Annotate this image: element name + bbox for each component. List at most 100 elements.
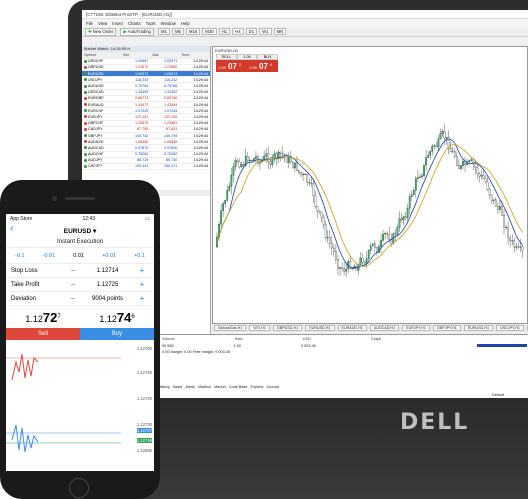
param-label: Take Profit xyxy=(11,281,40,288)
minus-icon[interactable]: − xyxy=(66,280,80,289)
terminal-tab[interactable]: Alerts xyxy=(185,385,195,389)
candle-body xyxy=(255,156,257,159)
terminal-tab[interactable]: Experts xyxy=(251,385,264,389)
candle-body xyxy=(505,226,507,228)
candle-body xyxy=(417,177,419,179)
chart-tab[interactable]: EURUSD,H1 xyxy=(463,325,494,331)
buy-button[interactable]: Buy xyxy=(80,328,154,340)
chart-tab[interactable]: USDJPY,H1 xyxy=(496,325,524,331)
chart-tab[interactable]: GBPJPY,H1 xyxy=(432,325,461,331)
terminal-tab[interactable]: Code Base xyxy=(229,385,248,389)
candle-body xyxy=(292,161,294,169)
price-level: 1.12727 xyxy=(136,428,152,433)
home-button[interactable] xyxy=(69,478,89,498)
menu-item-file[interactable]: File xyxy=(86,21,93,26)
timeframe-h1[interactable]: H1 xyxy=(218,28,231,35)
table-row[interactable]: CHFJPY 109.441 109.471 14:29:44 xyxy=(82,163,210,171)
price-chart[interactable]: EURUSD,H1 SELL 1.00 BUY 1.09 07 2 1.09 0… xyxy=(212,46,528,324)
volume-step[interactable]: +0.1 xyxy=(134,253,145,259)
candle-body xyxy=(435,145,438,148)
candle-body xyxy=(337,259,339,269)
chart-tab[interactable]: WTI,H1 xyxy=(249,325,270,331)
candle-body xyxy=(240,164,243,168)
candle-body xyxy=(359,257,362,265)
candle-body xyxy=(439,133,442,140)
candle-body xyxy=(445,136,448,139)
param-value[interactable]: 1.12725 xyxy=(80,282,135,288)
menu-item-insert[interactable]: Insert xyxy=(112,21,123,26)
candle-body xyxy=(363,261,366,264)
timeframe-m1[interactable]: M1 xyxy=(157,28,170,35)
timeframe-m15[interactable]: M15 xyxy=(185,28,201,35)
menu-item-charts[interactable]: Charts xyxy=(128,21,141,26)
phone-screen: App Store 12:43 ▭ ‹ EURUSD ▾ Instant Exe… xyxy=(6,214,154,471)
plus-icon[interactable]: + xyxy=(135,266,149,275)
menu-item-help[interactable]: Help xyxy=(181,21,190,26)
price-level: 1.12700 xyxy=(136,422,152,427)
tick-lines xyxy=(6,353,121,453)
param-value[interactable]: 9004 points xyxy=(80,296,135,302)
candle-body xyxy=(285,155,288,163)
terminal-tab[interactable]: News xyxy=(173,385,183,389)
autotrading-button[interactable]: ▶ AutoTrading xyxy=(120,27,154,36)
plus-icon[interactable]: + xyxy=(135,280,149,289)
volume-step[interactable]: +0.01 xyxy=(102,253,116,259)
menu-item-view[interactable]: View xyxy=(98,21,107,26)
candle-body xyxy=(251,160,253,161)
candle-body xyxy=(515,246,518,248)
candle-body xyxy=(513,240,516,248)
candle-body xyxy=(441,130,444,134)
plus-icon[interactable]: + xyxy=(135,294,149,303)
candle-body xyxy=(312,183,315,197)
minus-icon[interactable]: − xyxy=(66,266,80,275)
new-order-button[interactable]: ✚ New Order xyxy=(85,27,117,36)
candle-body xyxy=(474,163,477,168)
timeframe-mn[interactable]: MN xyxy=(273,28,287,35)
candle-body xyxy=(449,148,452,153)
candle-body xyxy=(306,174,309,183)
chart-tab[interactable]: EURUSD,H1 xyxy=(305,325,335,331)
chart-tab[interactable]: GBPUSD,H1 xyxy=(272,325,303,331)
symbol-selector[interactable]: EURUSD ▾ xyxy=(64,227,97,235)
menu-item-tools[interactable]: Tools xyxy=(146,21,156,26)
volume-step[interactable]: 0.01 xyxy=(73,253,84,259)
timeframe-d1[interactable]: D1 xyxy=(245,28,258,35)
back-chevron-icon[interactable]: ‹ xyxy=(10,223,13,234)
candle-body xyxy=(468,160,470,163)
terminal-column-header: Rate xyxy=(234,337,243,341)
timeframe-m30[interactable]: M30 xyxy=(202,28,217,35)
price-level: 1.12740 xyxy=(136,370,152,375)
minus-icon[interactable]: − xyxy=(66,294,80,303)
param-value[interactable]: 1.12714 xyxy=(80,268,135,274)
volume-step[interactable]: -0.01 xyxy=(43,253,56,259)
time-cell: 14:29:44 xyxy=(179,163,210,171)
volume-step[interactable]: -0.1 xyxy=(15,253,24,259)
candle-body xyxy=(369,245,372,251)
timeframe-h4[interactable]: H4 xyxy=(232,28,244,35)
sell-button[interactable]: Sell xyxy=(6,328,80,340)
candle-body xyxy=(437,138,440,148)
menu-bar: File View Insert Charts Tools Window Help xyxy=(82,19,528,27)
timeframe-m5[interactable]: M5 xyxy=(171,28,184,35)
terminal-tab[interactable]: Journal xyxy=(266,385,278,389)
execution-type[interactable]: Instant Execution xyxy=(6,237,154,248)
candle-body xyxy=(287,157,290,163)
terminal-tab[interactable]: Market xyxy=(214,385,226,389)
chart-tab[interactable]: EURAUD,H1 xyxy=(337,325,367,331)
candle-body xyxy=(351,268,354,270)
candle-body xyxy=(384,233,386,235)
candle-body xyxy=(482,175,485,179)
chart-tab[interactable]: AUDCAD,H1 xyxy=(369,325,400,331)
timeframe-w1[interactable]: W1 xyxy=(259,28,272,35)
menu-item-window[interactable]: Window xyxy=(161,21,176,26)
chart-tab[interactable]: NaturalGas,H1 xyxy=(214,325,247,331)
terminal-cell: 9 003.45 xyxy=(301,344,316,348)
chart-tab[interactable]: EURJPY,H1 xyxy=(402,325,430,331)
price-level: 1.12746 xyxy=(136,438,152,443)
terminal-tab[interactable]: Mailbox xyxy=(198,385,211,389)
candle-body xyxy=(335,251,337,260)
candle-body xyxy=(406,208,409,218)
candle-body xyxy=(494,199,497,207)
down-arrow-icon xyxy=(84,103,87,107)
play-icon: ▶ xyxy=(123,28,127,34)
